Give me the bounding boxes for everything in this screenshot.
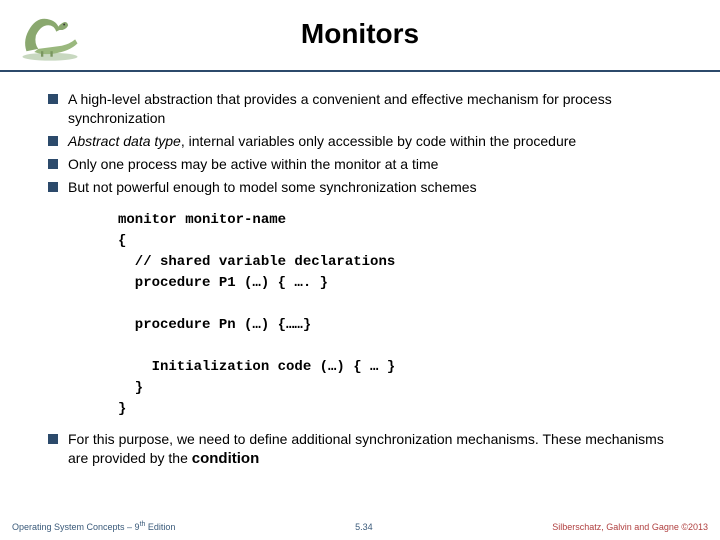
bullet-text: , internal variables only accessible by … bbox=[181, 133, 576, 149]
code-line: } bbox=[118, 380, 143, 396]
slide-footer: Operating System Concepts – 9th Edition … bbox=[0, 521, 720, 532]
bullet-text: A high-level abstraction that provides a… bbox=[68, 91, 612, 126]
footer-left: Operating System Concepts – 9th Edition bbox=[12, 521, 175, 532]
list-item: Abstract data type, internal variables o… bbox=[48, 132, 672, 151]
footer-page-number: 5.34 bbox=[355, 522, 373, 532]
list-item: A high-level abstraction that provides a… bbox=[48, 90, 672, 128]
slide-title: Monitors bbox=[0, 0, 720, 50]
footer-copyright: Silberschatz, Galvin and Gagne ©2013 bbox=[552, 522, 708, 532]
code-block: monitor monitor-name { // shared variabl… bbox=[118, 210, 672, 420]
bullet-text: Only one process may be active within th… bbox=[68, 156, 438, 172]
dinosaur-logo bbox=[10, 8, 90, 63]
list-item: For this purpose, we need to define addi… bbox=[48, 430, 672, 469]
code-line: Initialization code (…) { … } bbox=[118, 359, 395, 375]
footer-edition: Edition bbox=[145, 522, 175, 532]
bullet-list-2: For this purpose, we need to define addi… bbox=[48, 430, 672, 469]
code-line: monitor monitor-name bbox=[118, 212, 286, 228]
list-item: But not powerful enough to model some sy… bbox=[48, 178, 672, 197]
slide-header: Monitors bbox=[0, 0, 720, 72]
code-line: procedure P1 (…) { …. } bbox=[118, 275, 328, 291]
slide-content: A high-level abstraction that provides a… bbox=[0, 72, 720, 470]
code-line: procedure Pn (…) {……} bbox=[118, 317, 311, 333]
condition-keyword: condition bbox=[192, 450, 260, 467]
bullet-italic: Abstract data type bbox=[68, 133, 181, 149]
footer-book: Operating System Concepts – 9 bbox=[12, 522, 140, 532]
list-item: Only one process may be active within th… bbox=[48, 155, 672, 174]
code-line: { bbox=[118, 233, 126, 249]
bullet-list-1: A high-level abstraction that provides a… bbox=[48, 90, 672, 196]
bullet-text: But not powerful enough to model some sy… bbox=[68, 179, 477, 195]
bullet-text: For this purpose, we need to define addi… bbox=[68, 431, 664, 466]
code-line: // shared variable declarations bbox=[118, 254, 395, 270]
code-line: } bbox=[118, 401, 126, 417]
